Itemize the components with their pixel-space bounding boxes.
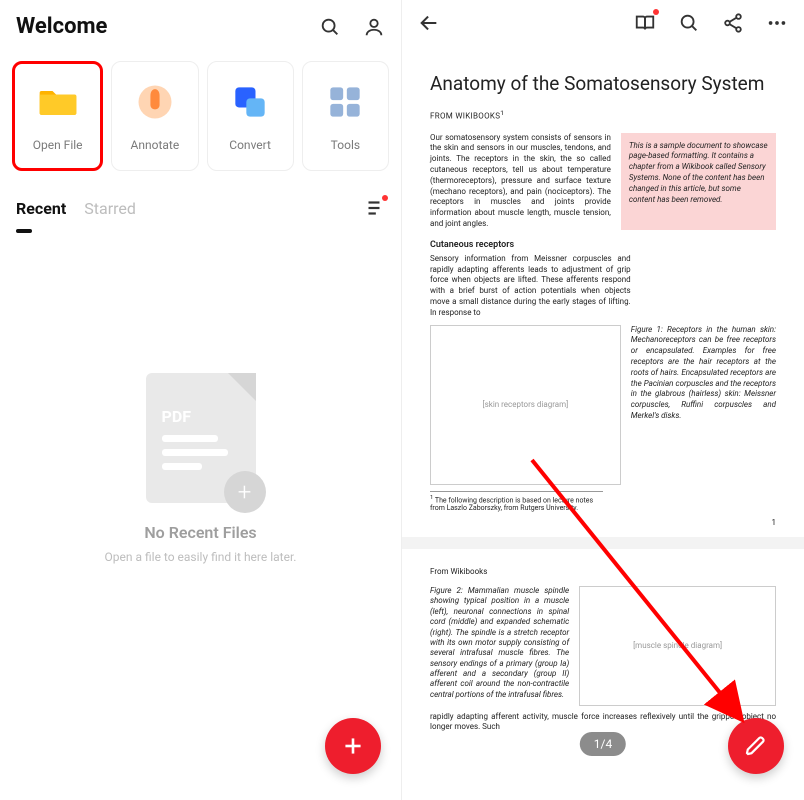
- tools-label: Tools: [331, 138, 360, 152]
- convert-tile[interactable]: Convert: [207, 61, 294, 171]
- account-icon[interactable]: [363, 16, 385, 38]
- search-icon[interactable]: [319, 16, 341, 38]
- search-doc-icon[interactable]: [678, 12, 700, 34]
- empty-title: No Recent Files: [144, 523, 256, 542]
- empty-subtitle: Open a file to easily find it here later…: [105, 550, 297, 564]
- sample-callout: This is a sample document to showcase pa…: [621, 133, 776, 230]
- page-gap: [402, 537, 804, 549]
- page-title: Welcome: [16, 14, 107, 39]
- page-2: From Wikibooks Figure 2: Mammalian muscl…: [412, 549, 794, 743]
- body-1: Our somatosensory system consists of sen…: [430, 133, 611, 230]
- annotate-label: Annotate: [131, 138, 180, 152]
- body-3: rapidly adapting afferent activity, musc…: [430, 712, 776, 733]
- from-wikibooks-2: From Wikibooks: [430, 567, 776, 576]
- tools-tile[interactable]: Tools: [302, 61, 389, 171]
- add-doc-icon: +: [224, 471, 266, 513]
- tab-recent[interactable]: Recent: [16, 199, 66, 218]
- list-menu-icon[interactable]: [363, 197, 385, 219]
- edit-fab[interactable]: [728, 718, 784, 774]
- back-icon[interactable]: [418, 12, 440, 34]
- figure-1-caption: Figure 1: Receptors in the human skin: M…: [631, 325, 776, 485]
- annotate-icon: [133, 80, 177, 124]
- tab-starred[interactable]: Starred: [84, 199, 136, 218]
- convert-label: Convert: [229, 138, 271, 152]
- section-heading: Cutaneous receptors: [430, 240, 776, 250]
- empty-state: PDF + No Recent Files Open a file to eas…: [0, 373, 401, 564]
- folder-icon: [36, 80, 80, 124]
- annotate-tile[interactable]: Annotate: [111, 61, 198, 171]
- reader-mode-icon[interactable]: [634, 12, 656, 34]
- open-file-label: Open File: [33, 138, 83, 152]
- page-indicator: 1/4: [580, 732, 626, 756]
- open-file-tile[interactable]: Open File: [12, 61, 103, 171]
- tab-underline: [16, 229, 32, 233]
- reader-pane: Anatomy of the Somatosensory System FROM…: [402, 0, 804, 800]
- convert-icon: [228, 80, 272, 124]
- footnote: The following description is based on le…: [430, 496, 593, 512]
- document-view[interactable]: Anatomy of the Somatosensory System FROM…: [402, 46, 804, 796]
- add-fab[interactable]: [325, 718, 381, 774]
- doc-title: Anatomy of the Somatosensory System: [430, 72, 776, 95]
- body-2: Sensory information from Meissner corpus…: [430, 254, 631, 319]
- page-1: Anatomy of the Somatosensory System FROM…: [412, 46, 794, 537]
- tools-icon: [323, 80, 367, 124]
- share-icon[interactable]: [722, 12, 744, 34]
- page-number: 1: [430, 518, 776, 527]
- figure-1-image: [skin receptors diagram]: [430, 325, 621, 485]
- empty-doc-icon: PDF +: [146, 373, 256, 503]
- welcome-pane: Welcome Open File Annotate: [0, 0, 402, 800]
- more-icon[interactable]: [766, 12, 788, 34]
- figure-2-caption: Figure 2: Mammalian muscle spindle showi…: [430, 586, 569, 706]
- figure-2-image: [muscle spindle diagram]: [579, 586, 776, 706]
